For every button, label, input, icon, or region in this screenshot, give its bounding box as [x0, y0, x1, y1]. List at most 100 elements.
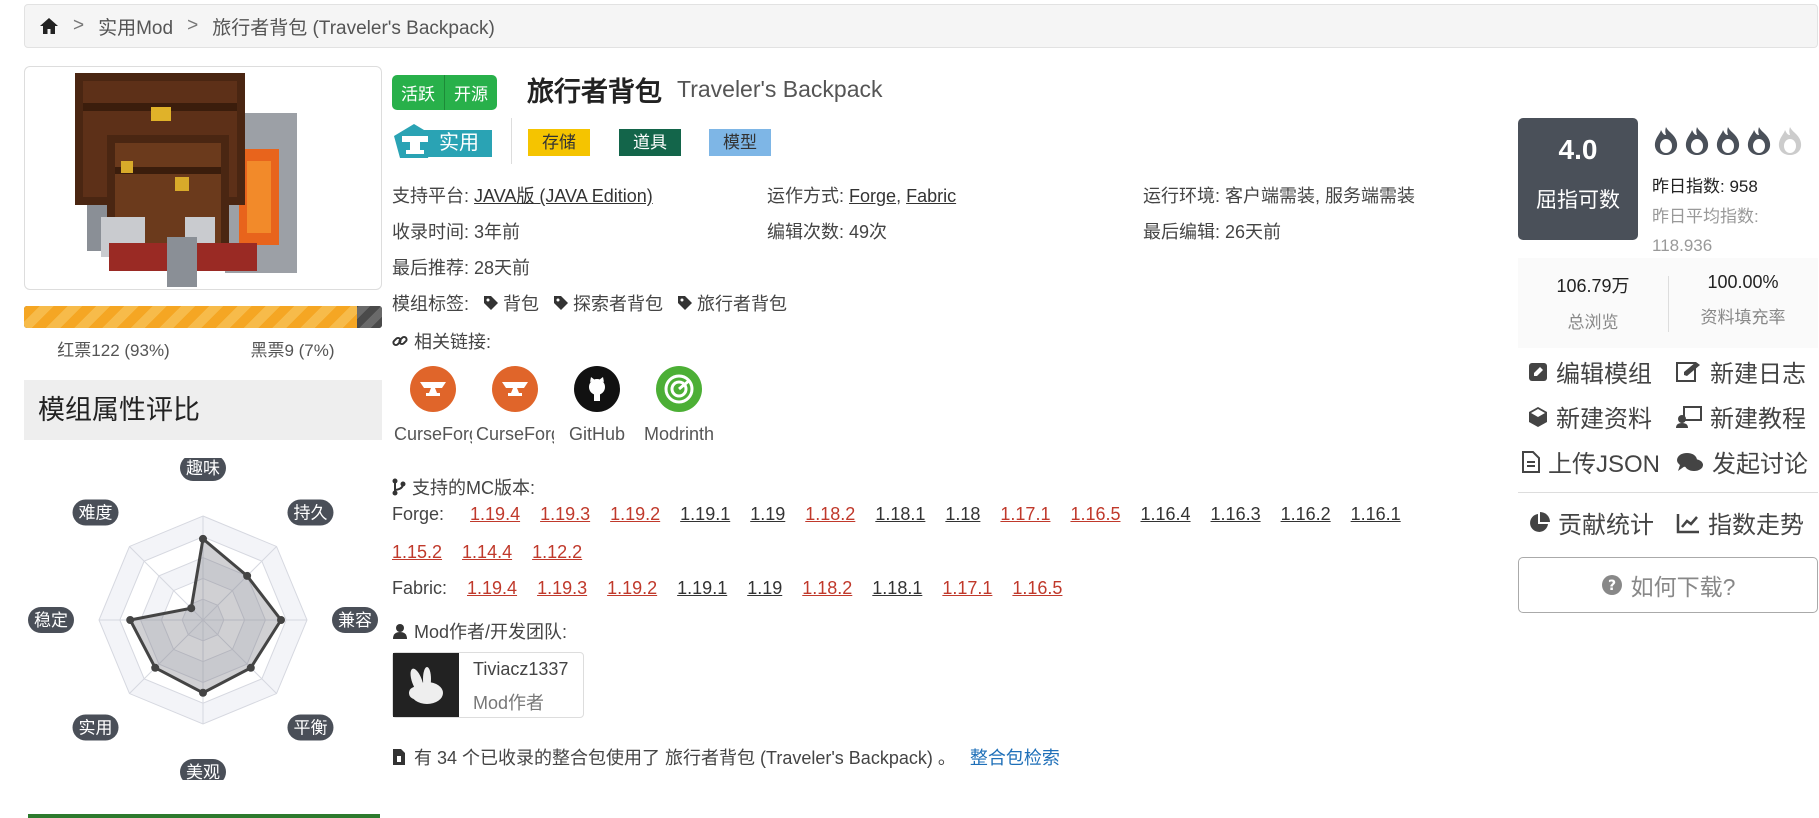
forge-versions-row-1: Forge: 1.19.4 1.19.3 1.19.2 1.19.1 1.19 1.18.2… — [392, 504, 1421, 525]
breadcrumb-item-category[interactable]: 实用Mod — [98, 13, 173, 40]
fabric-version-link[interactable]: 1.19 — [747, 578, 782, 599]
forge-version-link[interactable]: 1.16.2 — [1281, 504, 1331, 525]
fabric-version-link[interactable]: 1.18.2 — [802, 578, 852, 599]
radar-value-point — [126, 616, 135, 624]
forge-version-link[interactable]: 1.18.2 — [805, 504, 855, 525]
contribution-stats-label: 贡献统计 — [1558, 512, 1654, 539]
radar-value-point — [151, 663, 160, 672]
how-to-download-button[interactable]: ? 如何下载? — [1518, 557, 1818, 613]
modpack-search-link[interactable]: 整合包检索 — [970, 744, 1060, 770]
forge-version-link[interactable]: 1.12.2 — [532, 542, 582, 563]
tag-icon — [554, 296, 569, 310]
upload-json-button[interactable]: 上传JSON — [1522, 444, 1660, 479]
yesterday-average-value: 118.936 — [1652, 236, 1713, 255]
category-badge[interactable]: 实用 — [394, 122, 497, 162]
added-time: 收录时间: 3年前 — [392, 222, 521, 242]
related-links-heading: 相关链接: — [392, 328, 491, 354]
forge-version-link[interactable]: 1.18 — [945, 504, 980, 525]
forge-version-link[interactable]: 1.14.4 — [462, 542, 512, 563]
status-badge-active: 活跃 — [392, 75, 444, 110]
last-edit: 最后编辑: 26天前 — [1143, 222, 1282, 242]
fabric-version-link[interactable]: 1.16.5 — [1012, 578, 1062, 599]
views-value: 106.79万 — [1556, 276, 1630, 296]
mod-tag-item[interactable]: 背包 — [483, 290, 539, 316]
fabric-version-link[interactable]: 1.19.1 — [677, 578, 727, 599]
start-discussion-button[interactable]: 发起讨论 — [1676, 444, 1808, 479]
mc-versions-heading: 支持的MC版本: — [392, 474, 535, 500]
stats-panel: 106.79万 总浏览 100.00% 资料填充率 — [1518, 258, 1818, 348]
radar-value-point — [243, 571, 252, 580]
svg-text:?: ? — [1608, 578, 1616, 594]
user-icon — [393, 624, 407, 639]
mod-tags-label: 模组标签: — [392, 294, 470, 314]
new-tutorial-button[interactable]: 新建教程 — [1676, 399, 1806, 434]
edit-mod-button[interactable]: 编辑模组 — [1528, 354, 1652, 389]
forge-version-link[interactable]: 1.16.3 — [1211, 504, 1261, 525]
mod-tag-item[interactable]: 探索者背包 — [553, 290, 663, 316]
mc-versions-label: 支持的MC版本: — [412, 478, 535, 498]
forge-version-link[interactable]: 1.16.4 — [1141, 504, 1191, 525]
tag-model[interactable]: 模型 — [709, 129, 771, 156]
author-heading: Mod作者/开发团队: — [392, 618, 567, 644]
breadcrumb-item-current: 旅行者背包 (Traveler's Backpack) — [212, 17, 495, 39]
pie-chart-icon — [1530, 511, 1550, 532]
tag-storage[interactable]: 存储 — [528, 129, 590, 156]
new-log-button[interactable]: 新建日志 — [1676, 354, 1806, 389]
avatar — [393, 653, 459, 717]
author-role: Mod作者 — [473, 693, 545, 713]
new-log-label: 新建日志 — [1710, 361, 1806, 388]
mod-tag-item[interactable]: 旅行者背包 — [677, 290, 787, 316]
backpack-image — [75, 73, 297, 287]
modpack-usage: 有 34 个已收录的整合包使用了 旅行者背包 (Traveler's Backp… — [392, 744, 1060, 770]
index-trend-button[interactable]: 指数走势 — [1676, 505, 1804, 540]
line-chart-icon — [1676, 513, 1699, 533]
platform-info: 支持平台: JAVA版 (JAVA Edition) — [392, 182, 653, 208]
forge-version-link[interactable]: 1.19.2 — [610, 504, 660, 525]
forge-version-link[interactable]: 1.19.1 — [680, 504, 730, 525]
fabric-version-link[interactable]: 1.19.3 — [537, 578, 587, 599]
forge-version-link[interactable]: 1.19 — [750, 504, 785, 525]
link-curseforge-2[interactable]: CurseForge — [474, 366, 556, 445]
yesterday-index: 昨日指数: 958 — [1652, 177, 1758, 196]
forge-link[interactable]: Forge — [849, 186, 896, 206]
link-modrinth[interactable]: Modrinth — [638, 366, 720, 445]
tutorial-icon — [1676, 405, 1702, 428]
environment-info: 运行环境: 客户端需装, 服务端需装 — [1143, 182, 1415, 208]
radar-value-point — [277, 616, 285, 624]
red-vote-fill — [24, 306, 357, 328]
radar-axis-label: 持久 — [293, 504, 327, 524]
run-method-info: 运作方式: Forge, Fabric — [767, 182, 956, 208]
forge-version-link[interactable]: 1.17.1 — [1000, 504, 1050, 525]
radar-axis-label: 难度 — [79, 504, 113, 524]
upload-json-label: 上传JSON — [1548, 451, 1661, 478]
forge-version-link[interactable]: 1.18.1 — [875, 504, 925, 525]
link-curseforge-1[interactable]: CurseForge — [392, 366, 474, 445]
tag-item[interactable]: 道具 — [619, 129, 681, 156]
fill-rate-value: 100.00% — [1707, 272, 1779, 292]
file-icon — [393, 749, 405, 765]
fabric-version-link[interactable]: 1.19.4 — [467, 578, 517, 599]
fabric-version-link[interactable]: 1.18.1 — [872, 578, 922, 599]
forge-version-link[interactable]: 1.16.1 — [1351, 504, 1401, 525]
how-to-download-label: 如何下载? — [1630, 574, 1736, 600]
forge-version-link[interactable]: 1.15.2 — [392, 542, 442, 563]
radar-axis-label: 平衡 — [293, 718, 327, 738]
platform-link[interactable]: JAVA版 (JAVA Edition) — [474, 186, 653, 206]
black-vote-label: 黑票9 (7%) — [250, 341, 335, 360]
forge-version-link[interactable]: 1.19.4 — [470, 504, 520, 525]
attribute-radar-chart: 趣味持久兼容平衡美观 实用 稳定 难度 — [28, 458, 378, 780]
new-info-button[interactable]: 新建资料 — [1528, 399, 1652, 434]
home-icon[interactable] — [39, 17, 59, 35]
link-github[interactable]: GitHub — [556, 366, 638, 445]
fabric-version-link[interactable]: 1.17.1 — [942, 578, 992, 599]
forge-version-link[interactable]: 1.19.3 — [540, 504, 590, 525]
contribution-stats-button[interactable]: 贡献统计 — [1528, 505, 1654, 540]
views-stat: 106.79万 总浏览 — [1518, 272, 1668, 333]
fabric-version-link[interactable]: 1.19.2 — [607, 578, 657, 599]
fabric-link[interactable]: Fabric — [906, 186, 956, 206]
author-card[interactable]: Tiviacz1337 Mod作者 — [392, 652, 584, 718]
forge-version-link[interactable]: 1.16.5 — [1070, 504, 1120, 525]
vote-ratio-bar — [24, 306, 382, 328]
cube-icon — [1529, 406, 1547, 427]
radar-axis-label: 实用 — [79, 718, 113, 738]
